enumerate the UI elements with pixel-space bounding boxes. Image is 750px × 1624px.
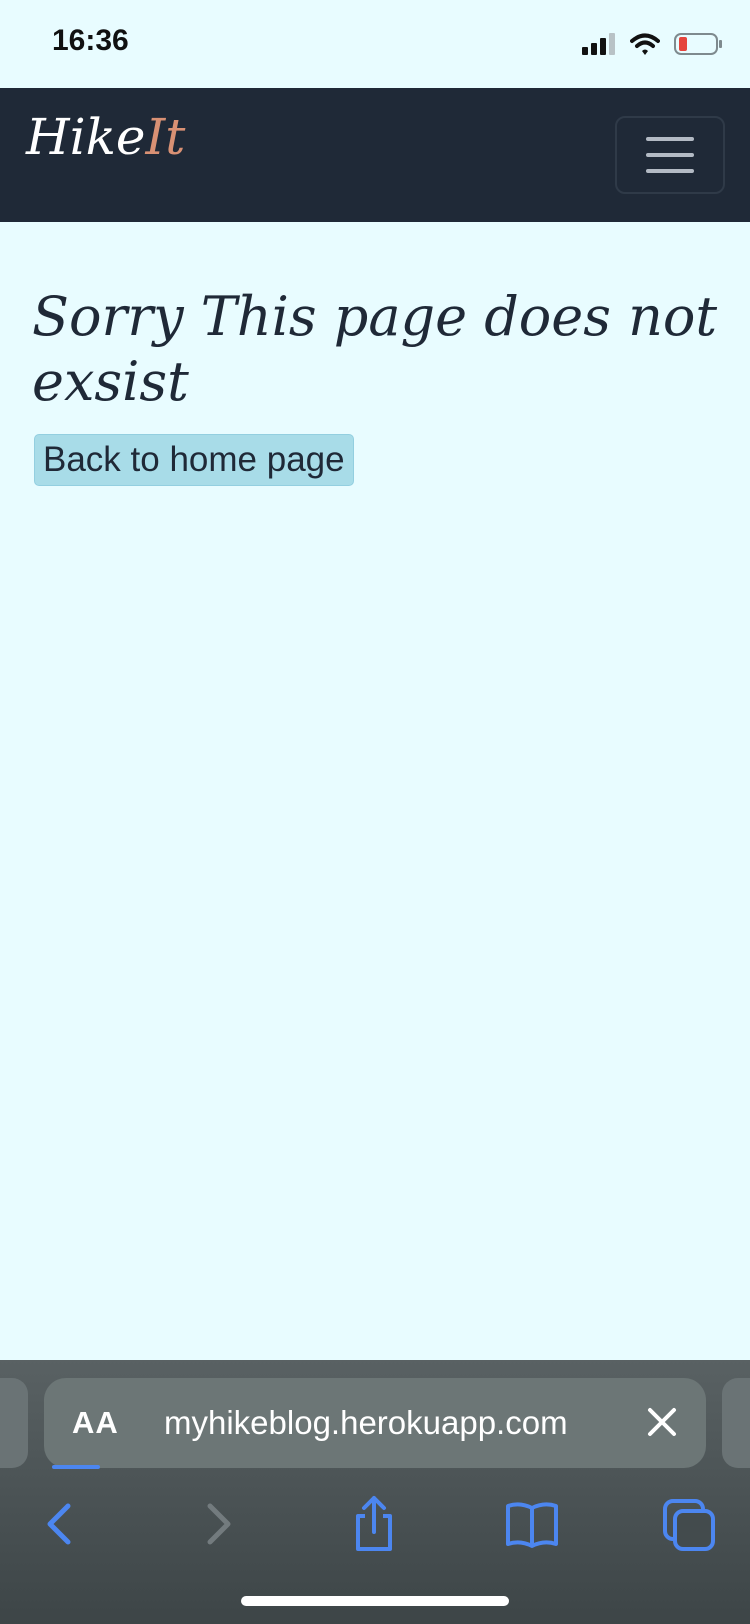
battery-icon	[674, 33, 722, 55]
close-icon[interactable]	[644, 1404, 680, 1440]
tabs-icon[interactable]	[658, 1494, 718, 1554]
hamburger-icon-bottom	[646, 169, 694, 173]
hamburger-icon-middle	[646, 153, 694, 157]
next-tab-preview[interactable]	[722, 1378, 750, 1468]
menu-toggle-button[interactable]	[615, 116, 725, 194]
url-text[interactable]: myhikeblog.herokuapp.com	[164, 1404, 568, 1442]
status-time: 16:36	[52, 24, 129, 57]
previous-tab-preview[interactable]	[0, 1378, 28, 1468]
brand-logo[interactable]: HikeIt	[26, 112, 185, 162]
brand-main-text: Hike	[26, 108, 146, 166]
wifi-icon	[630, 33, 660, 55]
loading-progress-indicator	[52, 1465, 100, 1469]
signal-icon	[582, 33, 615, 55]
main-content: Sorry This page does not exsist	[32, 284, 722, 414]
status-icons	[582, 30, 722, 58]
status-bar: 16:36	[0, 0, 750, 88]
page-title: Sorry This page does not exsist	[32, 285, 718, 413]
text-size-button[interactable]: AA	[72, 1405, 119, 1441]
share-icon[interactable]	[344, 1494, 404, 1554]
bookmarks-icon[interactable]	[502, 1494, 562, 1554]
back-to-home-button[interactable]: Back to home page	[34, 434, 354, 486]
forward-icon[interactable]	[188, 1494, 248, 1554]
hamburger-icon	[646, 137, 694, 141]
home-indicator[interactable]	[241, 1596, 509, 1606]
brand-accent-text: It	[145, 108, 186, 166]
back-icon[interactable]	[30, 1494, 90, 1554]
